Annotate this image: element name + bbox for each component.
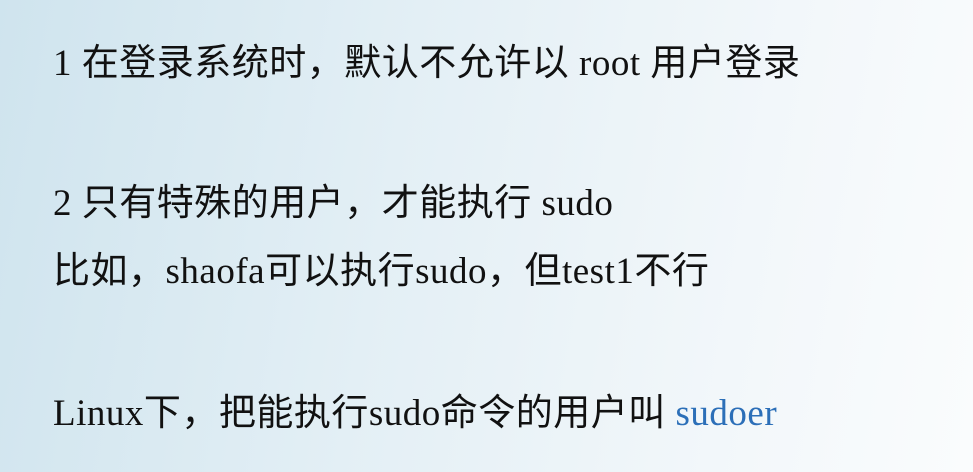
sudoer-term: sudoer xyxy=(675,393,778,434)
definition-text: Linux下，把能执行sudo命令的用户叫 xyxy=(53,393,676,434)
example-text: 比如，shaofa可以执行sudo，但test1不行 xyxy=(53,251,710,292)
definition-line: Linux下，把能执行sudo命令的用户叫 sudoer xyxy=(53,392,777,436)
slide: 1 在登录系统时，默认不允许以 root 用户登录 2 只有特殊的用户，才能执行… xyxy=(0,0,973,472)
point-1-text: 1 在登录系统时，默认不允许以 root 用户登录 xyxy=(53,43,801,84)
point-2-text: 2 只有特殊的用户，才能执行 sudo xyxy=(53,183,614,224)
